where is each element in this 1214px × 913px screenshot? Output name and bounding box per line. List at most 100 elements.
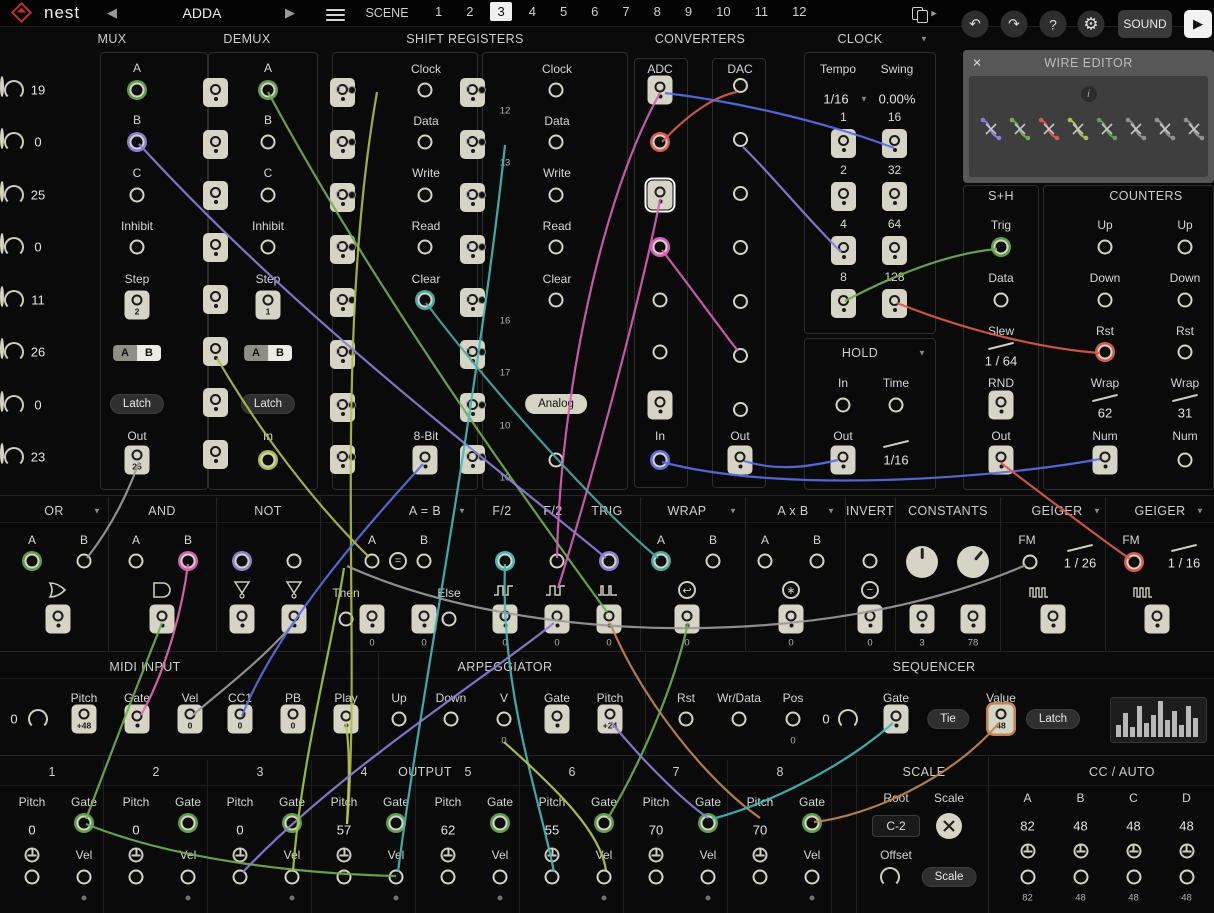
pitch-port[interactable]: [337, 870, 352, 885]
cc-knob[interactable]: [1126, 844, 1141, 859]
sr2-clear-port[interactable]: [549, 293, 564, 308]
pitch-port[interactable]: [233, 870, 248, 885]
pitch-port[interactable]: [649, 870, 664, 885]
pitch-knob[interactable]: [545, 848, 560, 863]
adc-in-port[interactable]: [653, 453, 668, 468]
pitch-port[interactable]: [545, 870, 560, 885]
wire-chip[interactable]: [1124, 116, 1148, 142]
aeqb-a-port[interactable]: [365, 554, 380, 569]
redo-button[interactable]: ↷: [1001, 11, 1028, 38]
sr-row-mini-port[interactable]: [478, 191, 486, 199]
not2-out-port[interactable]: [282, 605, 307, 634]
gate-port[interactable]: [181, 816, 196, 831]
seq-wrdata-port[interactable]: [732, 712, 747, 727]
vel-port[interactable]: [701, 870, 716, 885]
sr-row-mini-port[interactable]: [478, 243, 486, 251]
pitch-knob[interactable]: [441, 848, 456, 863]
f2b-in-port[interactable]: [550, 554, 565, 569]
root-select[interactable]: C-2: [872, 815, 920, 837]
and-a-port[interactable]: [129, 554, 144, 569]
demux-output-port[interactable]: [203, 233, 228, 262]
adc-port-selected[interactable]: [648, 181, 673, 210]
scene-button[interactable]: 4: [522, 2, 543, 21]
adc-port[interactable]: [648, 391, 673, 420]
chevron-down-icon[interactable]: ▼: [458, 507, 466, 516]
dac-port[interactable]: [733, 240, 748, 255]
and-b-port[interactable]: [181, 554, 196, 569]
sr-row-mini-port[interactable]: [348, 86, 356, 94]
demux-output-port[interactable]: [203, 388, 228, 417]
not1-in-port[interactable]: [235, 554, 250, 569]
scene-button[interactable]: 8: [647, 2, 668, 21]
pitch-port[interactable]: [441, 870, 456, 885]
aeqb-out1-port[interactable]: [360, 605, 385, 634]
trig-in-port[interactable]: [602, 554, 617, 569]
arp-pitch-port[interactable]: +24: [598, 705, 623, 734]
pitch-knob[interactable]: [129, 848, 144, 863]
pitch-port[interactable]: [25, 870, 40, 885]
vel-port[interactable]: [77, 870, 92, 885]
arp-v-port[interactable]: [497, 712, 512, 727]
cc-port[interactable]: [1179, 870, 1194, 885]
wire-chip[interactable]: [1008, 116, 1032, 142]
sr1-read-port[interactable]: [418, 240, 433, 255]
swing-value[interactable]: 0.00%: [879, 92, 916, 107]
vel-port[interactable]: [389, 870, 404, 885]
toggle-a[interactable]: A: [244, 345, 268, 361]
sr-row-mini-port[interactable]: [348, 191, 356, 199]
demux-output-port[interactable]: [203, 130, 228, 159]
scene-button[interactable]: 6: [584, 2, 605, 21]
vel-port[interactable]: [805, 870, 820, 885]
sr-row-mini-port[interactable]: [348, 138, 356, 146]
help-button[interactable]: ?: [1040, 11, 1067, 38]
clock-division-port[interactable]: [882, 289, 907, 318]
scene-button[interactable]: 3: [490, 2, 511, 21]
midi-pitch-port[interactable]: +48: [72, 705, 97, 734]
dac-port[interactable]: [733, 294, 748, 309]
input-knob[interactable]: [4, 395, 24, 415]
sr1-write-port[interactable]: [418, 188, 433, 203]
demux-b-port[interactable]: [261, 135, 276, 150]
sh-out-port[interactable]: [989, 446, 1014, 475]
geiger1-out-port[interactable]: [1041, 605, 1066, 634]
counter1-down-port[interactable]: [1098, 293, 1113, 308]
menu-icon[interactable]: [326, 6, 345, 24]
vel-port[interactable]: [181, 870, 196, 885]
cc-port[interactable]: [1020, 870, 1035, 885]
scene-button[interactable]: 12: [785, 2, 813, 21]
chevron-down-icon[interactable]: ▼: [860, 95, 868, 104]
toggle-b[interactable]: B: [268, 345, 292, 361]
and-out-port[interactable]: [150, 605, 175, 634]
dac-out-port[interactable]: [728, 446, 753, 475]
counter1-num-port[interactable]: [1093, 446, 1118, 475]
sr-row-mini-port[interactable]: [478, 296, 486, 304]
sr-row-mini-port[interactable]: [478, 138, 486, 146]
sr-row-mini-port[interactable]: [478, 401, 486, 409]
sh-data-port[interactable]: [994, 293, 1009, 308]
hold-in-port[interactable]: [836, 398, 851, 413]
seq-knob[interactable]: [838, 709, 858, 729]
chevron-down-icon[interactable]: ▼: [729, 507, 737, 516]
constant2-out-port[interactable]: [961, 605, 986, 634]
input-knob[interactable]: [4, 342, 24, 362]
axb-out-port[interactable]: [779, 605, 804, 634]
chevron-down-icon[interactable]: ▼: [1196, 507, 1204, 516]
chevron-down-icon[interactable]: ▼: [93, 507, 101, 516]
counter2-rst-port[interactable]: [1178, 345, 1193, 360]
clock-division-port[interactable]: [882, 129, 907, 158]
arp-up-port[interactable]: [392, 712, 407, 727]
cc-knob[interactable]: [1073, 844, 1088, 859]
sh-rnd-port[interactable]: [989, 391, 1014, 420]
constant2-knob[interactable]: [950, 539, 995, 584]
aeqb-out2-port[interactable]: [412, 605, 437, 634]
input-knob[interactable]: [4, 80, 24, 100]
wire-chip[interactable]: [1037, 116, 1061, 142]
gate-port[interactable]: [805, 816, 820, 831]
clock-division-port[interactable]: [831, 236, 856, 265]
seq-rst-port[interactable]: [679, 712, 694, 727]
scene-button[interactable]: 9: [678, 2, 699, 21]
demux-output-port[interactable]: [203, 181, 228, 210]
midi-knob[interactable]: [28, 709, 48, 729]
toggle-b[interactable]: B: [137, 345, 161, 361]
or-out-port[interactable]: [46, 605, 71, 634]
